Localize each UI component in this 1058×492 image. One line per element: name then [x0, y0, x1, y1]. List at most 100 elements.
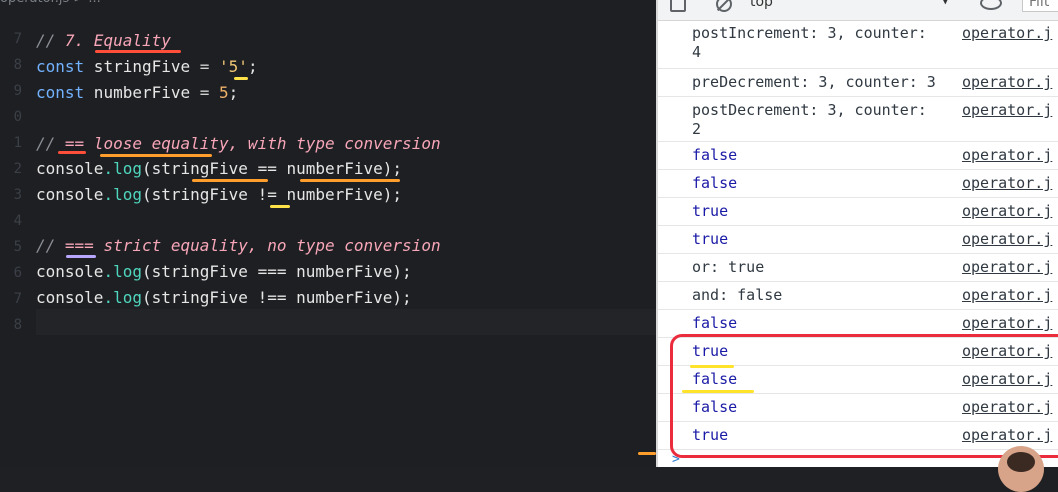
call-arguments: (stringFive === numberFive);: [141, 262, 412, 281]
console-message: or: true: [692, 258, 765, 276]
comment-text: === strict equality, no type conversion: [64, 236, 441, 255]
line-number: 6: [13, 265, 22, 281]
console-message: false: [692, 146, 738, 164]
annotation-underline: [100, 154, 212, 157]
console-message: postDecrement: 3, counter: 2: [692, 101, 927, 138]
console-object: console: [36, 262, 104, 281]
console-message: false: [692, 174, 738, 192]
console-log-row: or: true operator.j: [658, 254, 1058, 282]
code-line-declaration[interactable]: const stringFive = '5';: [36, 56, 258, 78]
console-object: console: [36, 288, 104, 307]
line-number: 3: [13, 187, 22, 203]
avatar: [998, 446, 1044, 492]
keyword-const: const: [36, 57, 85, 76]
breadcrumb[interactable]: operator.js > ...: [0, 0, 101, 9]
console-log-row: postDecrement: 3, counter: 2 operator.j: [658, 97, 1058, 142]
filter-input[interactable]: [1022, 0, 1058, 12]
comment-text: 7. Equality: [64, 31, 171, 50]
sidebar-toggle-icon[interactable]: [670, 0, 686, 12]
annotation-underline: [234, 77, 248, 80]
line-number: 7: [13, 31, 22, 47]
comment-marker: //: [36, 31, 65, 50]
identifier: stringFive: [84, 57, 200, 76]
source-link[interactable]: operator.j: [962, 101, 1052, 120]
source-link[interactable]: operator.j: [962, 24, 1052, 43]
annotation-underline: [682, 390, 754, 393]
console-prompt[interactable]: >: [672, 452, 680, 467]
chevron-down-icon[interactable]: ▼: [942, 0, 949, 7]
console-log-row: preDecrement: 3, counter: 3 operator.j: [658, 69, 1058, 97]
operator: =: [199, 83, 220, 102]
console-message: and: false: [692, 286, 783, 304]
call-arguments: (stringFive !== numberFive);: [141, 288, 412, 307]
comment-marker: //: [36, 236, 65, 255]
console-log-row: false operator.j: [658, 142, 1058, 170]
line-number: 8: [13, 57, 22, 73]
current-line-highlight: [36, 309, 656, 335]
number-literal: 5: [219, 83, 229, 102]
call-arguments: (stringFive != numberFive);: [141, 185, 403, 204]
source-link[interactable]: operator.j: [962, 286, 1052, 305]
line-number: 4: [13, 213, 22, 229]
code-line-console-log[interactable]: console.log(stringFive === numberFive);: [36, 261, 412, 283]
console-message: preDecrement: 3, counter: 3: [692, 73, 936, 91]
code-line-declaration[interactable]: const numberFive = 5;: [36, 82, 238, 104]
line-number: 7: [13, 291, 22, 307]
annotation-underline: [300, 179, 400, 182]
context-selector[interactable]: top: [750, 0, 950, 12]
annotation-underline: [192, 179, 268, 182]
console-log-row: and: false operator.j: [658, 282, 1058, 310]
console-message: true: [692, 230, 729, 248]
comment-text: == loose equality, with type conversion: [64, 134, 441, 153]
console-object: console: [36, 185, 104, 204]
line-number: 0: [13, 109, 22, 125]
code-line-console-log[interactable]: console.log(stringFive == numberFive);: [36, 158, 402, 180]
console-toolbar: top ▼: [658, 0, 1058, 21]
log-method: .log: [103, 288, 142, 307]
line-number: 9: [13, 83, 22, 99]
operator: =: [199, 57, 220, 76]
string-literal: '5': [219, 57, 248, 76]
source-link[interactable]: operator.j: [962, 174, 1052, 193]
source-link[interactable]: operator.j: [962, 230, 1052, 249]
code-line-comment[interactable]: // === strict equality, no type conversi…: [36, 235, 441, 257]
keyword-const: const: [36, 83, 85, 102]
console-message: postIncrement: 3, counter: 4: [692, 24, 927, 61]
source-link[interactable]: operator.j: [962, 146, 1052, 165]
annotation-underline: [270, 205, 290, 208]
console-message: false: [692, 314, 738, 332]
semicolon: ;: [247, 57, 258, 76]
identifier: numberFive: [84, 83, 200, 102]
line-number: 5: [13, 239, 22, 255]
log-method: .log: [103, 185, 142, 204]
code-line-comment[interactable]: // == loose equality, with type conversi…: [36, 133, 441, 155]
code-line-comment[interactable]: // 7. Equality: [36, 30, 171, 52]
annotation-highlight-box: [670, 334, 1058, 458]
annotation-underline: [95, 50, 181, 53]
source-link[interactable]: operator.j: [962, 73, 1052, 92]
console-log-row: true operator.j: [658, 198, 1058, 226]
source-link[interactable]: operator.j: [962, 202, 1052, 221]
line-number: 2: [13, 161, 22, 177]
console-log-row: false operator.j: [658, 170, 1058, 198]
line-number: 1: [13, 135, 22, 151]
code-line-console-log[interactable]: console.log(stringFive !== numberFive);: [36, 287, 412, 309]
eye-icon[interactable]: [980, 0, 1002, 10]
log-method: .log: [103, 159, 142, 178]
console-message: true: [692, 202, 729, 220]
annotation-underline: [690, 365, 734, 368]
line-number: 8: [13, 317, 22, 333]
devtools-console-panel: top ▼ postIncrement: 3, counter: 4 operat…: [656, 0, 1058, 467]
annotation-underline: [66, 255, 96, 258]
source-link[interactable]: operator.j: [962, 258, 1052, 277]
log-method: .log: [103, 262, 142, 281]
annotation-underline: [638, 452, 656, 455]
console-log-row: postIncrement: 3, counter: 4 operator.j: [658, 20, 1058, 69]
source-link[interactable]: operator.j: [962, 314, 1052, 333]
call-arguments: (stringFive == numberFive);: [141, 159, 403, 178]
clear-console-icon[interactable]: [716, 0, 732, 12]
console-object: console: [36, 159, 104, 178]
code-editor[interactable]: operator.js > ... 7 8 9 0 1 2 3 4 5 6 7 …: [0, 0, 656, 467]
code-line-console-log[interactable]: console.log(stringFive != numberFive);: [36, 184, 402, 206]
console-log-row: true operator.j: [658, 226, 1058, 254]
